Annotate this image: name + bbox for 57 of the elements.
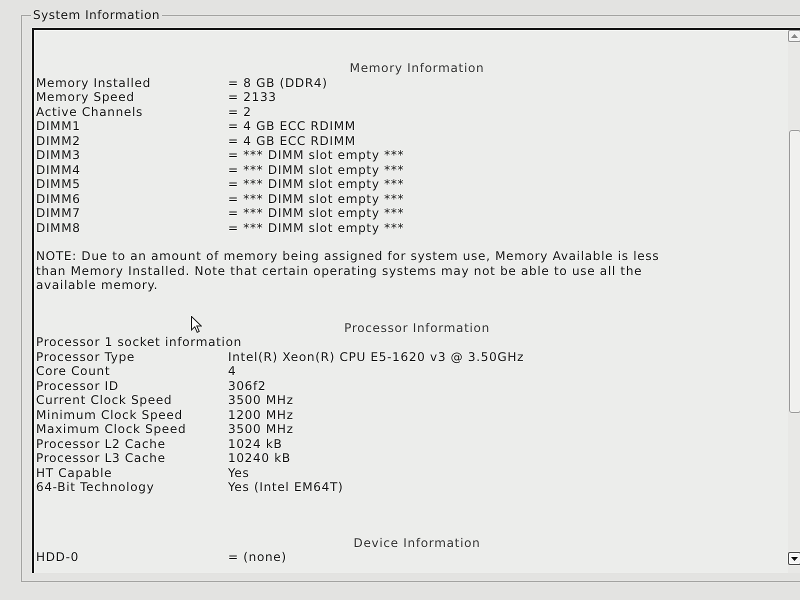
row-label: HDD-0 bbox=[36, 550, 79, 564]
row-label: DIMM3 bbox=[36, 148, 81, 162]
row-value: 4 bbox=[228, 364, 236, 378]
scrollbar-thumb[interactable] bbox=[788, 130, 800, 413]
row-value: 3500 MHz bbox=[228, 393, 294, 408]
row-value: = 4 GB ECC RDIMM bbox=[228, 119, 356, 134]
row-value: 1200 MHz bbox=[228, 408, 294, 422]
row-label: Memory Speed bbox=[36, 90, 135, 104]
section-heading: Processor Information bbox=[344, 320, 490, 335]
row-label: DIMM6 bbox=[36, 192, 81, 206]
scroll-down-button[interactable] bbox=[788, 552, 800, 565]
row-label: Processor L3 Cache bbox=[36, 451, 166, 466]
row-label: Core Count bbox=[36, 364, 110, 378]
row-value: = (none) bbox=[228, 550, 287, 564]
row-label: Processor L2 Cache bbox=[36, 436, 166, 451]
row-label: DIMM7 bbox=[36, 206, 81, 220]
row-value: 1024 kB bbox=[228, 436, 282, 451]
row-label: HT Capable bbox=[36, 466, 112, 480]
mouse-pointer-icon bbox=[191, 316, 202, 333]
row-label: DIMM2 bbox=[36, 134, 81, 148]
row-value: = 2133 bbox=[228, 90, 277, 104]
row-label: Current Clock Speed bbox=[36, 393, 172, 408]
row-label: DIMM8 bbox=[36, 220, 81, 235]
row-label: DIMM1 bbox=[36, 119, 81, 134]
row-value: 3500 MHz bbox=[228, 422, 294, 436]
row-value: Yes bbox=[228, 466, 250, 480]
row-value: = *** DIMM slot empty *** bbox=[228, 162, 404, 177]
row-label: Processor 1 socket information bbox=[36, 335, 242, 350]
row-label: Processor Type bbox=[36, 350, 135, 364]
row-label: Active Channels bbox=[36, 104, 143, 119]
row-value: Intel(R) Xeon(R) CPU E5-1620 v3 @ 3.50GHz bbox=[228, 350, 524, 364]
row-value: = *** DIMM slot empty *** bbox=[228, 192, 404, 206]
row-label: DIMM5 bbox=[36, 177, 81, 192]
row-label: DIMM4 bbox=[36, 162, 81, 177]
row-value: = *** DIMM slot empty *** bbox=[228, 177, 404, 192]
group-title: System Information bbox=[31, 7, 162, 23]
row-value: 306f2 bbox=[228, 378, 266, 393]
row-value: = 2 bbox=[228, 104, 252, 119]
row-value: = *** DIMM slot empty *** bbox=[228, 220, 404, 235]
row-value: = *** DIMM slot empty *** bbox=[228, 206, 404, 220]
row-value: 10240 kB bbox=[228, 451, 291, 466]
note-text: NOTE: Due to an amount of memory being assigned for system use, Memory Available is less than Memory Installed. Note that certain operating systems may not be able to use all the available memory. bbox=[36, 249, 660, 292]
row-label: 64-Bit Technology bbox=[36, 480, 154, 494]
down-arrow-icon bbox=[791, 556, 798, 560]
row-label: Maximum Clock Speed bbox=[36, 422, 186, 436]
scroll-up-button[interactable] bbox=[788, 30, 800, 42]
row-label: Minimum Clock Speed bbox=[36, 408, 183, 422]
scrollbar-track[interactable] bbox=[788, 30, 800, 573]
up-arrow-icon bbox=[791, 34, 798, 38]
row-value: = 4 GB ECC RDIMM bbox=[228, 134, 356, 148]
row-label: Processor ID bbox=[36, 378, 119, 393]
row-value: = 8 GB (DDR4) bbox=[228, 76, 328, 90]
section-heading: Device Information bbox=[354, 536, 480, 550]
row-value: = *** DIMM slot empty *** bbox=[228, 148, 404, 162]
row-label: Memory Installed bbox=[36, 76, 151, 90]
section-heading: Memory Information bbox=[350, 61, 484, 76]
row-value: Yes (Intel EM64T) bbox=[228, 480, 344, 494]
